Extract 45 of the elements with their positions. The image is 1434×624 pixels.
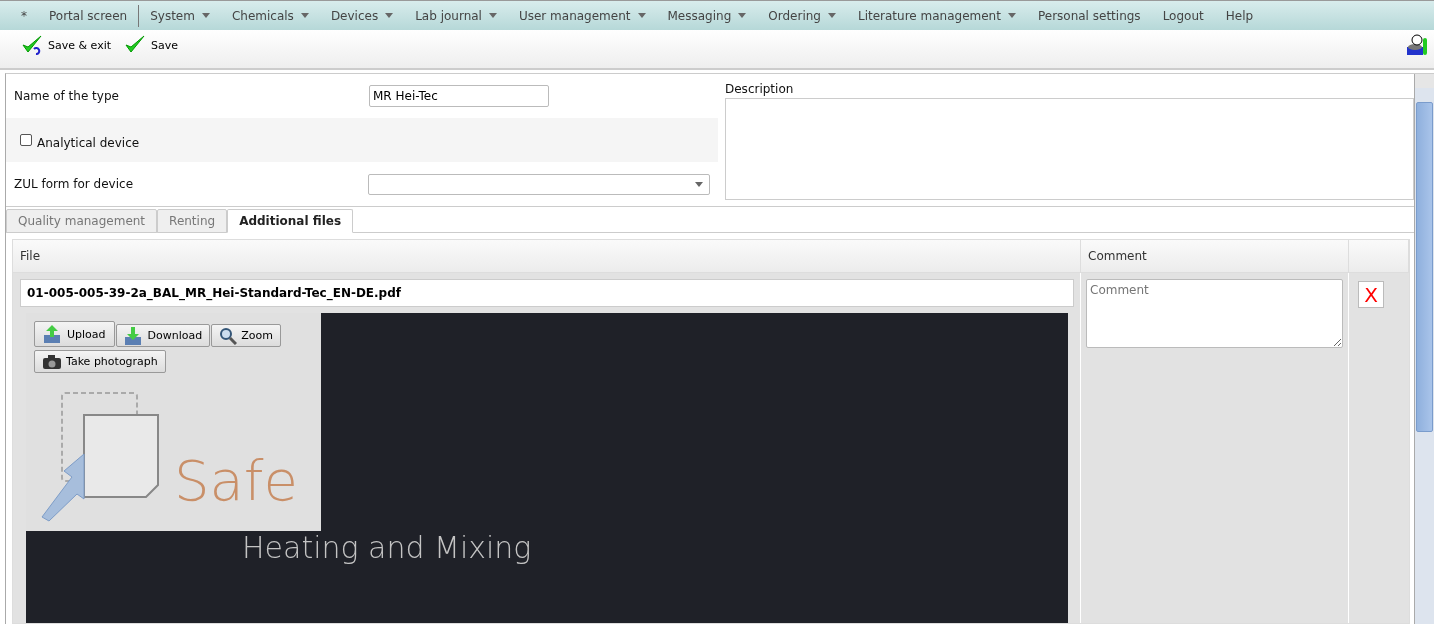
tab[interactable]: Additional files xyxy=(227,209,354,233)
tab[interactable]: Quality management xyxy=(6,209,158,233)
file-name: 01-005-005-39-2a_BAL_MR_Hei-Standard-Tec_EN-DE.pdf xyxy=(20,279,1074,307)
file-button[interactable]: Take photograph xyxy=(34,350,166,373)
tab[interactable]: Renting xyxy=(157,209,228,233)
comment-textarea[interactable]: Comment xyxy=(1086,279,1343,348)
file-button[interactable]: Upload xyxy=(34,321,115,347)
column-header: File xyxy=(13,240,1081,272)
description-textarea[interactable] xyxy=(725,98,1414,200)
checkmark-icon xyxy=(22,35,44,55)
menu-item[interactable]: Portal screen xyxy=(38,8,139,23)
zul-form-dropdown[interactable] xyxy=(367,173,710,195)
menu-item[interactable]: Messaging xyxy=(656,8,758,23)
menu-item[interactable]: Literature management xyxy=(846,8,1027,23)
toolbar-button[interactable]: Save & exit xyxy=(20,35,114,55)
menu-item[interactable]: Personal settings xyxy=(1026,8,1152,23)
field-label: ZUL form for device xyxy=(14,177,135,191)
file-button[interactable]: Download xyxy=(115,324,211,347)
folder-down-arrow-icon xyxy=(123,325,144,346)
caret-icon xyxy=(695,181,703,187)
checkbox[interactable] xyxy=(20,134,32,146)
preview-text: Heating and Mixing xyxy=(242,533,532,563)
menu-item[interactable]: Devices xyxy=(319,8,405,23)
toolbar-button[interactable]: Save xyxy=(123,35,181,55)
menu-item[interactable]: System xyxy=(139,8,221,23)
menu-item[interactable]: Logout xyxy=(1151,8,1215,23)
device-icon[interactable] xyxy=(1406,34,1428,56)
menu-item[interactable]: Ordering xyxy=(757,8,847,23)
menu-item[interactable]: * xyxy=(10,8,38,23)
menu-item[interactable]: Chemicals xyxy=(220,8,320,23)
menu-item[interactable]: Lab journal xyxy=(404,8,508,23)
delete-button[interactable]: X xyxy=(1358,281,1384,308)
field-label: Description xyxy=(725,82,795,96)
magnifier-icon xyxy=(219,326,238,345)
menu-item[interactable]: Help xyxy=(1214,8,1265,23)
scrollbar[interactable] xyxy=(1414,74,1434,624)
checkbox-label: Analytical device xyxy=(37,136,141,150)
column-header: Comment xyxy=(1081,240,1349,272)
file-button[interactable]: Zoom xyxy=(211,324,281,347)
menu-item[interactable]: User management xyxy=(507,8,657,23)
folder-up-arrow-icon xyxy=(43,324,63,344)
name-input[interactable]: MR Hei-Tec xyxy=(369,85,549,107)
field-label: Name of the type xyxy=(14,89,120,103)
preview-text: Safe xyxy=(174,453,299,509)
camera-icon xyxy=(42,353,62,370)
